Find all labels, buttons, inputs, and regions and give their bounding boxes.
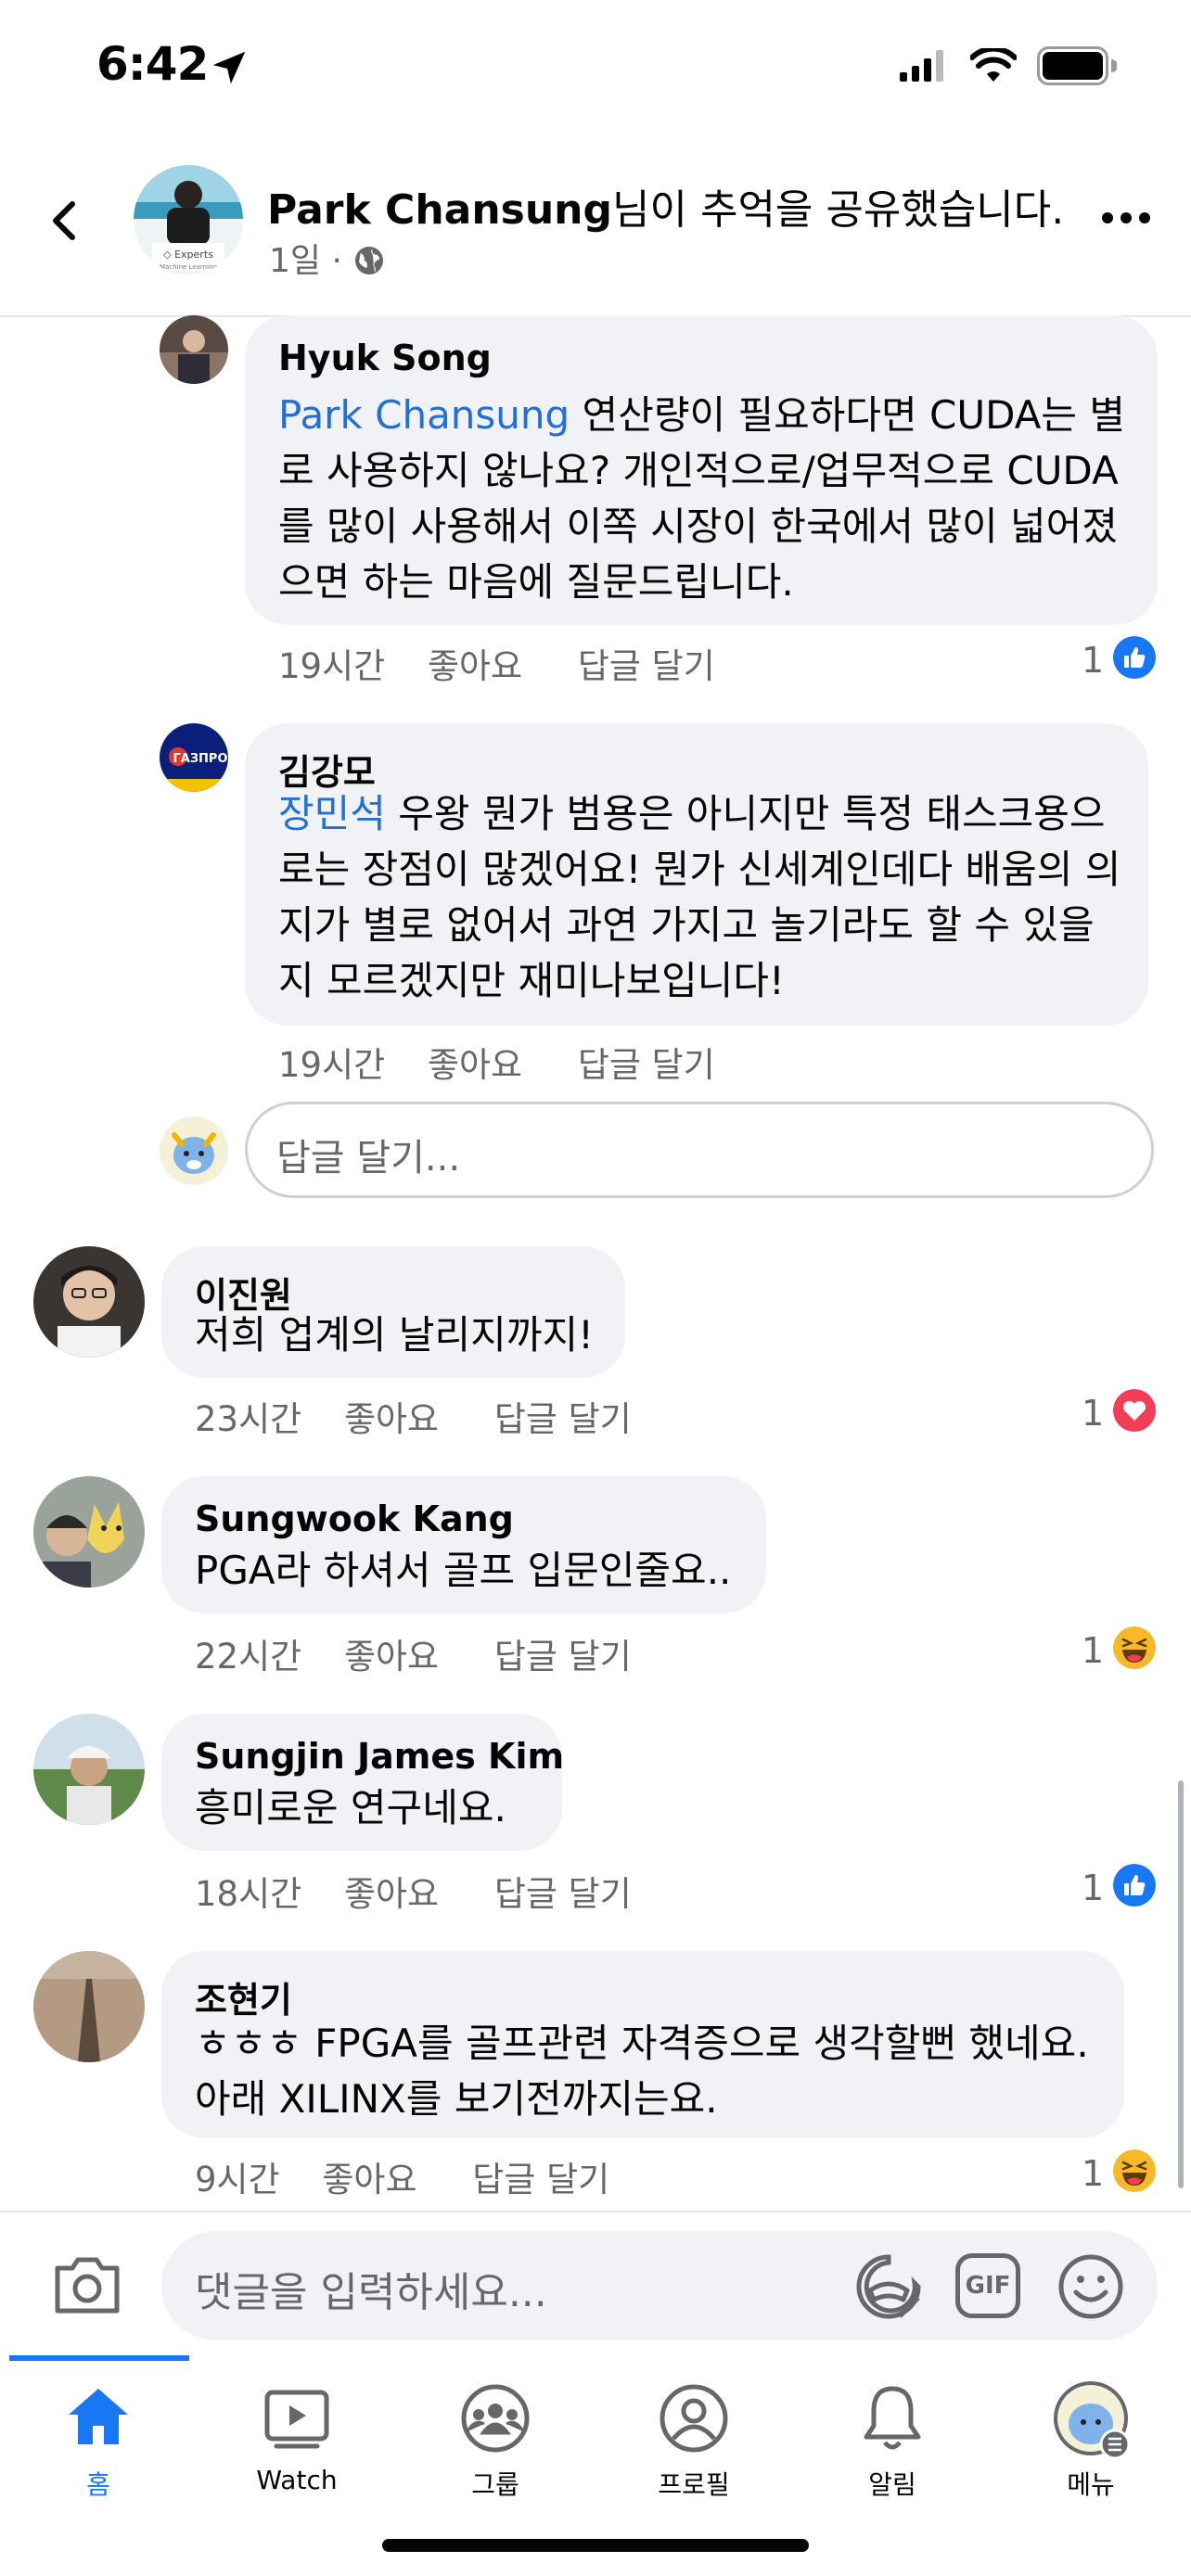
svg-text:ГАЗПРО: ГАЗПРО [173,752,227,766]
watch-icon [264,2390,329,2449]
reply-button[interactable]: 답글 달기 [494,1391,632,1441]
tab-notifications[interactable]: 알림 [800,2374,985,2513]
comment-actions: 18시간 좋아요 답글 달기 [195,1866,632,1916]
comment-text: 흥미로운 연구네요. [195,1785,506,1830]
post-time[interactable]: 1일 [269,242,321,280]
like-icon[interactable] [1113,1864,1156,1906]
tab-label: 메뉴 [1067,2469,1115,2500]
meta-separator: · [331,242,342,280]
commenter-name[interactable]: Hyuk Song [278,338,492,378]
wifi-icon [970,48,1017,82]
comment-actions: 19시간 좋아요 답글 달기 [278,638,715,688]
commenter-avatar[interactable] [33,1951,145,2062]
tab-home[interactable]: 홈 [6,2374,191,2513]
reaction-count[interactable]: 1 [1082,1868,1104,1908]
active-tab-indicator [9,2355,189,2361]
haha-icon[interactable] [1113,1626,1156,1669]
status-time: 6:42 [96,37,209,91]
commenter-name[interactable]: Sungwook Kang [195,1498,514,1539]
author-name[interactable]: Park Chansung [267,186,612,234]
battery-icon [1037,46,1117,85]
more-options-icon[interactable] [1098,204,1154,232]
tab-label: 그룹 [471,2469,519,2500]
commenter-avatar[interactable]: ГАЗПРО [160,723,228,792]
comment-time[interactable]: 18시간 [195,1866,301,1916]
profile-icon [660,2384,728,2453]
tab-groups[interactable]: 그룹 [403,2374,588,2513]
comment-time[interactable]: 19시간 [278,1037,385,1087]
comment-text: Park Chansung 연산량이 필요하다면 CUDA는 별 로 사용하지 … [278,392,1126,605]
reply-button[interactable]: 답글 달기 [494,1628,632,1678]
groups-icon [461,2384,530,2453]
haha-icon[interactable] [1113,2149,1156,2192]
commenter-avatar[interactable] [160,315,228,384]
camera-icon[interactable] [52,2253,122,2316]
svg-text:Machine Learning: Machine Learning [160,263,217,271]
commenter-avatar[interactable] [33,1246,145,1358]
comment-text: 장민석 우왕 뭔가 범용은 아니지만 특정 태스크용으 로는 장점이 많겠어요!… [278,791,1121,1003]
tab-watch[interactable]: Watch [204,2374,390,2513]
reaction-count[interactable]: 1 [1082,1393,1104,1434]
like-button[interactable]: 좋아요 [344,1391,439,1441]
comment-actions: 19시간 좋아요 답글 달기 [278,1037,715,1087]
emoji-icon[interactable] [1056,2251,1126,2322]
location-arrow-icon [212,51,246,84]
bell-icon [864,2386,921,2450]
comment-text: 저희 업계의 날리지까지! [195,1312,594,1358]
commenter-avatar[interactable] [33,1714,145,1825]
comment-actions: 9시간 좋아요 답글 달기 [195,2151,609,2201]
home-icon [69,2389,128,2444]
commenter-avatar[interactable] [33,1476,145,1588]
like-icon[interactable] [1113,636,1156,679]
comment-time[interactable]: 19시간 [278,638,385,688]
comment-text: ㅎㅎㅎ FPGA를 골프관련 자격증으로 생각할뻔 했네요. 아래 XILINX… [195,2021,1089,2122]
reply-button[interactable]: 답글 달기 [578,1037,715,1087]
reaction-count[interactable]: 1 [1082,1630,1104,1671]
comment-placeholder: 댓글을 입력하세요... [195,2269,547,2316]
menu-icon [1054,2381,1131,2460]
cellular-signal-icon [900,50,943,82]
like-button[interactable]: 좋아요 [344,1866,439,1916]
home-indicator [382,2539,809,2552]
post-action-text: 님이 추억을 공유했습니다. [612,186,1065,234]
like-button[interactable]: 좋아요 [428,1037,522,1087]
comment-time[interactable]: 22시간 [195,1628,301,1678]
comment-text: PGA라 하셔서 골프 입문인줄요.. [195,1548,732,1593]
heart-icon[interactable] [1113,1389,1156,1432]
tab-label: 프로필 [658,2469,730,2500]
scrollbar[interactable] [1178,1780,1184,2188]
comment-time[interactable]: 23시간 [195,1391,301,1441]
comment-time[interactable]: 9시간 [195,2151,280,2201]
tab-label: 알림 [868,2469,916,2500]
author-avatar[interactable]: ◇ Experts Machine Learning [134,165,243,274]
commenter-name[interactable]: 조현기 [195,1971,292,2022]
post-meta: 1일 · [269,234,386,282]
sticker-icon[interactable] [853,2251,924,2322]
mention-link[interactable]: 장민석 [278,791,386,836]
gif-label: GIF [965,2272,1011,2300]
gif-button[interactable]: GIF [955,2253,1020,2318]
back-icon[interactable] [41,195,93,247]
reply-button[interactable]: 답글 달기 [494,1866,632,1916]
commenter-name[interactable]: Sungjin James Kim [195,1736,564,1777]
like-button[interactable]: 좋아요 [428,638,522,688]
like-button[interactable]: 좋아요 [344,1628,439,1678]
post-title: Park Chansung님이 추억을 공유했습니다. [267,176,1064,236]
tab-menu[interactable]: 메뉴 [998,2374,1184,2513]
reply-button[interactable]: 답글 달기 [472,2151,609,2201]
svg-text:◇ Experts: ◇ Experts [163,249,213,261]
tab-label: 홈 [86,2469,110,2500]
reaction-count[interactable]: 1 [1082,640,1104,681]
comment-actions: 23시간 좋아요 답글 달기 [195,1391,632,1441]
like-button[interactable]: 좋아요 [322,2151,416,2201]
reaction-count[interactable]: 1 [1082,2153,1104,2194]
reply-placeholder: 답글 달기... [276,1137,461,1180]
tab-profile[interactable]: 프로필 [601,2374,787,2513]
tab-label: Watch [256,2465,338,2495]
my-avatar [160,1116,228,1185]
globe-icon [355,247,384,274]
reply-button[interactable]: 답글 달기 [578,638,715,688]
mention-link[interactable]: Park Chansung [278,392,570,438]
comment-actions: 22시간 좋아요 답글 달기 [195,1628,632,1678]
